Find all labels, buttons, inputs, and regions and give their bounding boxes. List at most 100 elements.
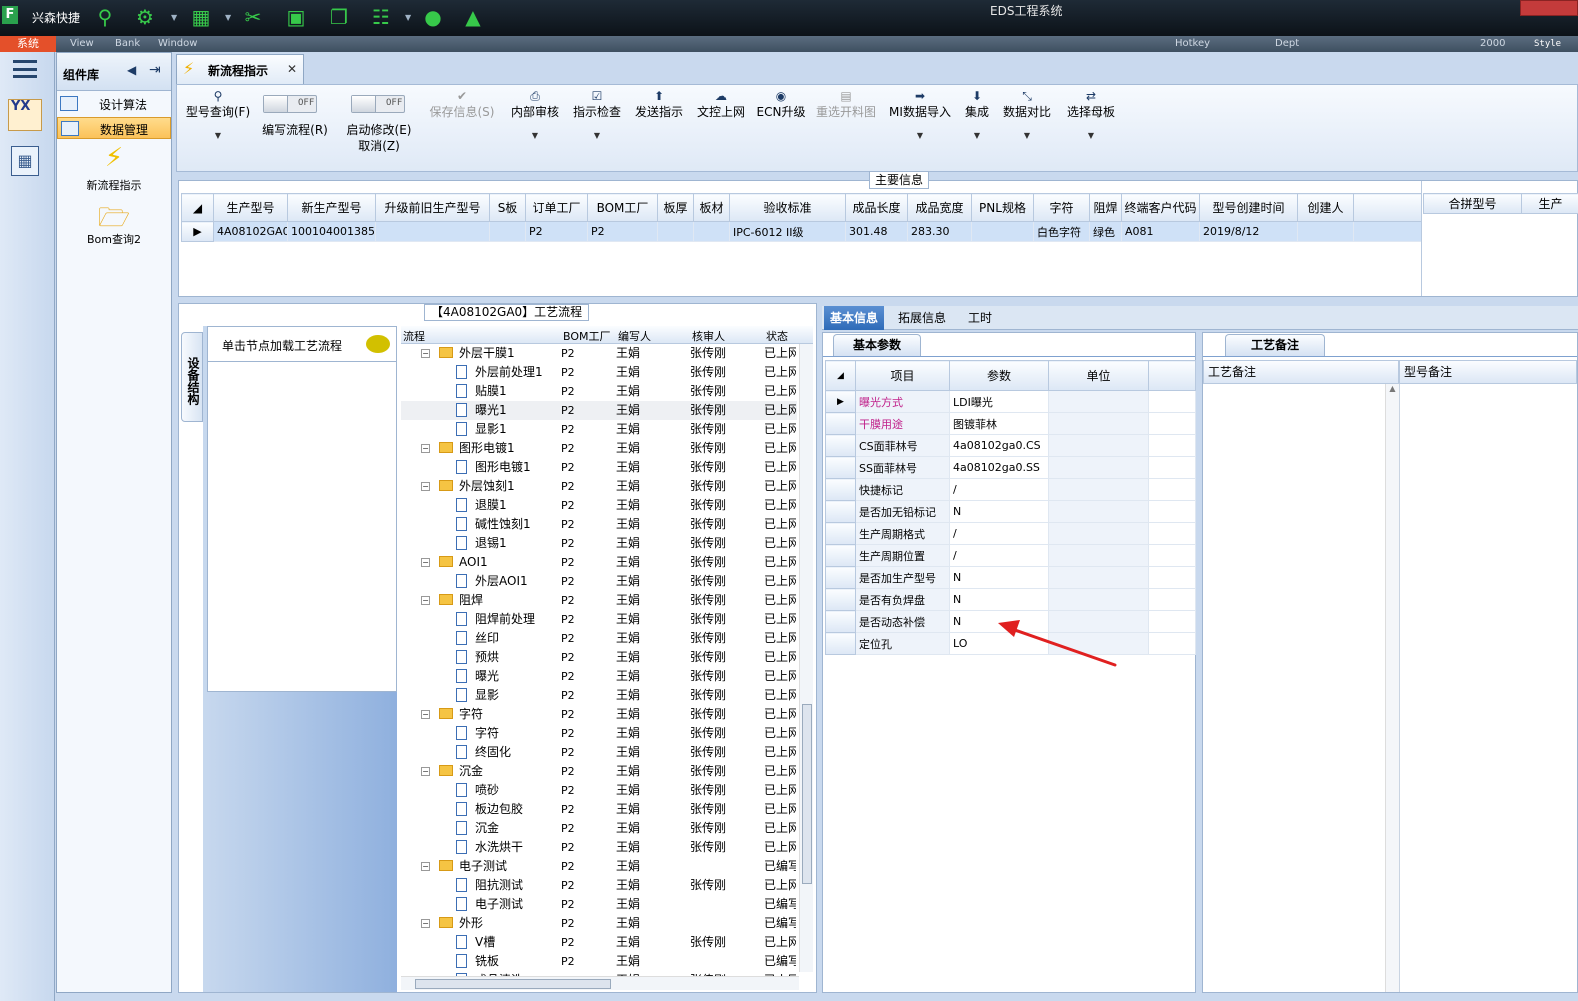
- chevron-down-icon[interactable]: ▼: [405, 13, 411, 22]
- tree-row[interactable]: − 沉金 P2 王娟 张传刚 已上网: [401, 762, 797, 781]
- tab-extended-info[interactable]: 拓展信息: [892, 306, 952, 330]
- col-header-unit[interactable]: 单位: [1048, 360, 1149, 391]
- param-row[interactable]: 干膜用途 图镀菲林: [825, 412, 1196, 435]
- menu-item[interactable]: 2000: [1480, 38, 1505, 49]
- send-instruction-button[interactable]: ⬆ 发送指示: [631, 89, 687, 120]
- menu-item[interactable]: Hotkey: [1175, 38, 1210, 49]
- side-tab-equipment-structure[interactable]: 设备结构: [181, 332, 203, 422]
- param-unit[interactable]: [1048, 478, 1149, 501]
- cell[interactable]: [1297, 221, 1354, 242]
- menu-item[interactable]: Window: [158, 38, 197, 49]
- save-info-button[interactable]: ✔ 保存信息(S): [425, 89, 499, 120]
- tree-row[interactable]: − 字符 P2 王娟 张传刚 已上网: [401, 705, 797, 724]
- collapse-node-icon[interactable]: −: [421, 349, 430, 358]
- document-upload-button[interactable]: ☁ 文控上网: [693, 89, 749, 120]
- collapse-node-icon[interactable]: −: [421, 482, 430, 491]
- search-icon[interactable]: ⚲: [92, 4, 118, 30]
- param-value[interactable]: /: [949, 522, 1049, 545]
- chevron-down-icon[interactable]: ▼: [569, 128, 625, 143]
- cell[interactable]: 白色字符: [1033, 221, 1090, 242]
- col-header[interactable]: 订单工厂: [525, 193, 588, 222]
- param-row[interactable]: 是否有负焊盘 N: [825, 588, 1196, 611]
- collapse-left-icon[interactable]: ◀: [127, 63, 136, 77]
- ecn-upgrade-button[interactable]: ◉ ECN升级: [755, 89, 807, 120]
- tree-row[interactable]: 终固化 P2 王娟 张传刚 已上网: [401, 743, 797, 762]
- param-row[interactable]: 快捷标记 /: [825, 478, 1196, 501]
- tree-row[interactable]: 外层AOI1 P2 王娟 张传刚 已上网: [401, 572, 797, 591]
- col-header[interactable]: 成品宽度: [907, 193, 972, 222]
- tree-row[interactable]: 曝光1 P2 王娟 张传刚 已上网: [401, 401, 797, 420]
- col-header[interactable]: 生产型号: [213, 193, 288, 222]
- chevron-down-icon[interactable]: ▼: [959, 128, 995, 143]
- col-header[interactable]: 创建人: [1297, 193, 1354, 222]
- tree-row[interactable]: 阻焊前处理 P2 王娟 张传刚 已上网: [401, 610, 797, 629]
- tree-row[interactable]: 外层前处理1 P2 王娟 张传刚 已上网: [401, 363, 797, 382]
- param-row[interactable]: 生产周期位置 /: [825, 544, 1196, 567]
- bom-query-link[interactable]: Bom查询2: [57, 231, 171, 247]
- basic-params-caption[interactable]: 基本参数: [833, 334, 921, 356]
- cell[interactable]: [375, 221, 490, 242]
- style-label[interactable]: Style: [1534, 39, 1561, 49]
- tree-row[interactable]: 字符 P2 王娟 张传刚 已上网: [401, 724, 797, 743]
- vertical-scrollbar[interactable]: ▲: [1385, 384, 1399, 992]
- chevron-down-icon[interactable]: ▼: [1001, 128, 1053, 143]
- param-unit[interactable]: [1048, 566, 1149, 589]
- close-window-button[interactable]: [1520, 0, 1578, 16]
- tree-row[interactable]: 退膜1 P2 王娟 张传刚 已上网: [401, 496, 797, 515]
- collapse-node-icon[interactable]: −: [421, 862, 430, 871]
- col-header-bom[interactable]: BOM工厂: [563, 328, 611, 344]
- cell[interactable]: 绿色: [1089, 221, 1122, 242]
- col-header[interactable]: 验收标准: [729, 193, 846, 222]
- col-header-param[interactable]: 参数: [949, 360, 1049, 391]
- collapse-node-icon[interactable]: −: [421, 919, 430, 928]
- user-icon[interactable]: ●: [420, 4, 446, 30]
- param-value[interactable]: N: [949, 500, 1049, 523]
- tree-row[interactable]: 显影 P2 王娟 张传刚 已上网: [401, 686, 797, 705]
- col-header[interactable]: BOM工厂: [587, 193, 658, 222]
- col-header[interactable]: 板材: [693, 193, 730, 222]
- param-unit[interactable]: [1048, 544, 1149, 567]
- mi-data-import-button[interactable]: ➡ MI数据导入 ▼: [887, 89, 953, 143]
- param-unit[interactable]: [1048, 500, 1149, 523]
- param-unit[interactable]: [1048, 434, 1149, 457]
- chart-icon[interactable]: ▲: [460, 4, 486, 30]
- yx-factory-icon[interactable]: YX: [8, 99, 42, 131]
- film-icon[interactable]: ▣: [283, 4, 309, 30]
- tree-row[interactable]: − 外层干膜1 P2 王娟 张传刚 已上网: [401, 344, 797, 363]
- menu-item[interactable]: View: [70, 38, 94, 49]
- close-tab-icon[interactable]: ✕: [287, 62, 297, 76]
- lightning-icon[interactable]: ⚡: [57, 143, 171, 173]
- tree-row[interactable]: 电子测试 P2 王娟 已编写: [401, 895, 797, 914]
- col-header[interactable]: PNL规格: [971, 193, 1034, 222]
- tree-row[interactable]: − 外形 P2 王娟 已编写: [401, 914, 797, 933]
- tree-row[interactable]: 显影1 P2 王娟 张传刚 已上网: [401, 420, 797, 439]
- collapse-node-icon[interactable]: −: [421, 767, 430, 776]
- cell[interactable]: P2: [587, 221, 658, 242]
- tree-row[interactable]: 阻抗测试 P2 王娟 张传刚 已上网: [401, 876, 797, 895]
- tree-row[interactable]: 水洗烘干 P2 王娟 张传刚 已上网: [401, 838, 797, 857]
- param-value[interactable]: N: [949, 566, 1049, 589]
- tree-row[interactable]: 贴膜1 P2 王娟 张传刚 已上网: [401, 382, 797, 401]
- param-row[interactable]: SS面菲林号 4a08102ga0.SS: [825, 456, 1196, 479]
- chevron-down-icon[interactable]: ▼: [507, 128, 563, 143]
- col-header[interactable]: 阻焊: [1089, 193, 1122, 222]
- chevron-down-icon[interactable]: ▼: [183, 128, 253, 143]
- cell[interactable]: A081: [1121, 221, 1200, 242]
- param-value[interactable]: 图镀菲林: [949, 412, 1049, 435]
- settings-gear-icon[interactable]: ⚙: [132, 4, 158, 30]
- cell[interactable]: [971, 221, 1034, 242]
- col-header[interactable]: 终端客户代码: [1121, 193, 1200, 222]
- table-icon[interactable]: ▦: [188, 4, 214, 30]
- cell[interactable]: IPC-6012 II级: [729, 221, 846, 242]
- chevron-down-icon[interactable]: ▼: [887, 128, 953, 143]
- tree-row[interactable]: 曝光 P2 王娟 张传刚 已上网: [401, 667, 797, 686]
- grid-corner[interactable]: ◢: [825, 360, 856, 391]
- select-mother-board-button[interactable]: ⇄ 选择母板 ▼: [1063, 89, 1119, 143]
- col-header[interactable]: 新生产型号: [287, 193, 376, 222]
- param-unit[interactable]: [1048, 588, 1149, 611]
- tree-row[interactable]: 板边包胶 P2 王娟 张传刚 已上网: [401, 800, 797, 819]
- tree-row[interactable]: − AOI1 P2 王娟 张传刚 已上网: [401, 553, 797, 572]
- chevron-down-icon[interactable]: ▼: [225, 13, 231, 22]
- param-unit[interactable]: [1048, 456, 1149, 479]
- param-unit[interactable]: [1048, 522, 1149, 545]
